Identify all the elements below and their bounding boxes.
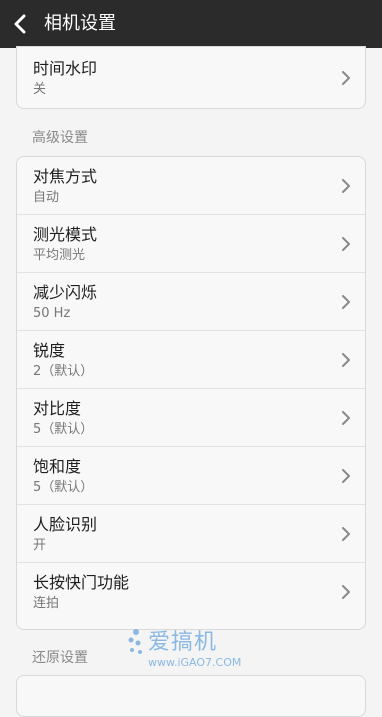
chevron-right-icon	[342, 237, 350, 251]
chevron-right-icon	[342, 295, 350, 309]
setting-title: 时间水印	[33, 59, 98, 78]
setting-saturation[interactable]: 饱和度 5（默认）	[17, 447, 365, 505]
chevron-left-icon	[14, 14, 26, 34]
setting-title: 人脸识别	[33, 515, 98, 534]
chevron-right-icon	[342, 469, 350, 483]
watermark-url: www.iGAO7.COM	[148, 656, 242, 669]
setting-value: 开	[33, 538, 47, 553]
title-bar: 相机设置	[0, 0, 382, 48]
page-title: 相机设置	[44, 13, 116, 34]
chevron-right-icon	[342, 179, 350, 193]
site-watermark-logo: 爱搞机 www.iGAO7.COM	[126, 624, 266, 670]
setting-value: 平均测光	[33, 248, 86, 263]
setting-value: 2（默认）	[33, 364, 94, 379]
setting-value: 5（默认）	[33, 480, 94, 495]
back-button[interactable]	[0, 0, 40, 48]
setting-time-watermark[interactable]: 时间水印 关	[17, 47, 365, 108]
chevron-right-icon	[342, 527, 350, 541]
setting-sharpness[interactable]: 锐度 2（默认）	[17, 331, 365, 389]
setting-anti-flicker[interactable]: 减少闪烁 50 Hz	[17, 273, 365, 331]
settings-group-general: 时间水印 关	[16, 46, 366, 109]
setting-title: 减少闪烁	[33, 283, 98, 302]
watermark-dots-icon	[128, 629, 142, 654]
section-label-advanced: 高级设置	[32, 130, 88, 146]
chevron-right-icon	[342, 585, 350, 599]
setting-title: 对比度	[33, 399, 82, 418]
settings-group-advanced: 对焦方式 自动 测光模式 平均测光 减少闪烁 50 Hz 锐度 2（默认） 对比…	[16, 156, 366, 630]
setting-metering-mode[interactable]: 测光模式 平均测光	[17, 215, 365, 273]
setting-long-press-shutter[interactable]: 长按快门功能 连拍	[17, 563, 365, 621]
setting-value: 50 Hz	[33, 306, 71, 321]
setting-title: 测光模式	[33, 225, 98, 244]
section-label-restore: 还原设置	[32, 650, 88, 666]
chevron-right-icon	[342, 411, 350, 425]
setting-value: 自动	[33, 190, 60, 205]
setting-value: 关	[33, 82, 47, 97]
setting-focus-mode[interactable]: 对焦方式 自动	[17, 157, 365, 215]
setting-title: 长按快门功能	[33, 573, 130, 592]
settings-group-restore	[16, 675, 366, 717]
setting-value: 连拍	[33, 596, 60, 611]
watermark-brand: 爱搞机	[148, 630, 218, 655]
chevron-right-icon	[342, 71, 350, 85]
setting-face-detection[interactable]: 人脸识别 开	[17, 505, 365, 563]
setting-title: 饱和度	[33, 457, 82, 476]
setting-value: 5（默认）	[33, 422, 94, 437]
setting-contrast[interactable]: 对比度 5（默认）	[17, 389, 365, 447]
setting-title: 锐度	[33, 341, 66, 360]
setting-title: 对焦方式	[33, 167, 98, 186]
chevron-right-icon	[342, 353, 350, 367]
